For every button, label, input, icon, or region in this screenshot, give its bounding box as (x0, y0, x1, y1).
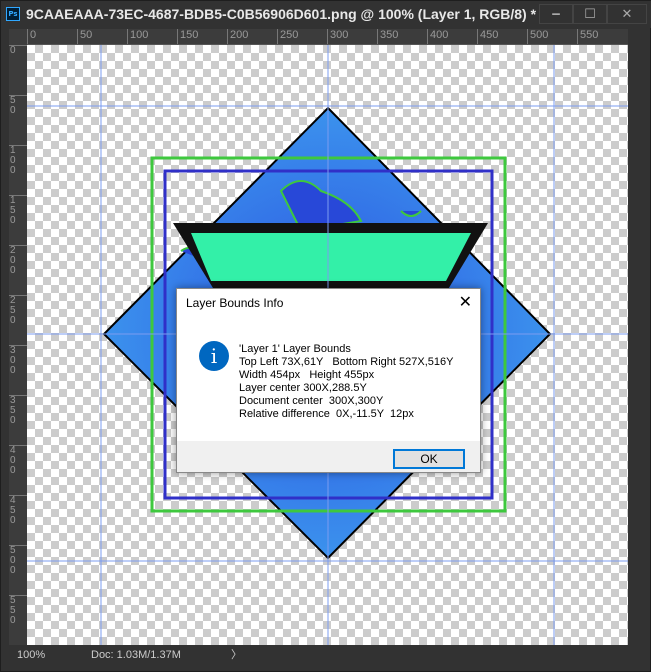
ruler-label: 50 (77, 29, 92, 44)
ruler-label: 450 (477, 29, 498, 44)
ruler-label: 5 0 (9, 95, 27, 116)
ruler-label: 0 (9, 45, 27, 56)
ruler-label: 4 0 0 (9, 445, 27, 476)
message-line: Width 454px Height 455px (239, 369, 375, 381)
horizontal-ruler[interactable]: 0 50 100 150 200 250 300 350 400 450 500… (27, 29, 628, 45)
ruler-label: 3 0 0 (9, 345, 27, 376)
ruler-label: 1 0 0 (9, 145, 27, 176)
ruler-origin[interactable] (9, 29, 27, 45)
title-bar[interactable]: Ps 9CAAEAAA-73EC-4687-BDB5-C0B56906D601.… (1, 1, 651, 28)
ruler-label: 150 (177, 29, 198, 44)
status-menu-arrow[interactable]: 〉 (231, 646, 242, 664)
message-line: Top Left 73X,61Y Bottom Right 527X,516Y (239, 356, 454, 368)
message-line: Document center 300X,300Y (239, 395, 384, 407)
close-button[interactable]: ✕ (607, 4, 647, 24)
ruler-label: 400 (427, 29, 448, 44)
ruler-label: 200 (227, 29, 248, 44)
message-line: Layer center 300X,288.5Y (239, 382, 367, 394)
ruler-label: 250 (277, 29, 298, 44)
ruler-label: 0 (27, 29, 36, 44)
dialog-footer: OK (177, 441, 480, 472)
ruler-label: 550 (577, 29, 598, 44)
ruler-label: 4 5 0 (9, 495, 27, 526)
ruler-label: 2 0 0 (9, 245, 27, 276)
info-icon: i (199, 341, 229, 371)
minimize-button[interactable]: ‒ (539, 4, 573, 24)
ruler-label: 3 5 0 (9, 395, 27, 426)
ruler-label: 500 (527, 29, 548, 44)
message-line: Relative difference 0X,-11.5Y 12px (239, 408, 414, 420)
ruler-label: 350 (377, 29, 398, 44)
logo-bar-fill (191, 233, 471, 281)
ruler-label: 300 (327, 29, 348, 44)
window-title: 9CAAEAAA-73EC-4687-BDB5-C0B56906D601.png… (26, 6, 537, 22)
dialog-message: 'Layer 1' Layer Bounds Top Left 73X,61Y … (239, 343, 453, 421)
ruler-label: 1 5 0 (9, 195, 27, 226)
doc-size: Doc: 1.03M/1.37M (91, 649, 181, 661)
message-line: 'Layer 1' Layer Bounds (239, 343, 351, 355)
zoom-level[interactable]: 100% (17, 646, 45, 664)
status-bar: 100% Doc: 1.03M/1.37M 〉 (9, 646, 628, 664)
dialog-title: Layer Bounds Info (186, 296, 284, 310)
ruler-label: 5 0 0 (9, 545, 27, 576)
ok-button[interactable]: OK (393, 449, 465, 469)
maximize-button[interactable]: ☐ (573, 4, 607, 24)
photoshop-icon: Ps (6, 7, 20, 21)
ruler-label: 2 5 0 (9, 295, 27, 326)
dialog-close-button[interactable]: ✕ (459, 292, 472, 312)
vertical-ruler[interactable]: 0 5 0 1 0 0 1 5 0 2 0 0 2 5 0 3 0 0 3 5 … (9, 45, 27, 645)
ruler-label: 100 (127, 29, 148, 44)
ruler-label: 5 5 0 (9, 595, 27, 626)
layer-bounds-dialog: Layer Bounds Info ✕ i 'Layer 1' Layer Bo… (176, 288, 481, 473)
